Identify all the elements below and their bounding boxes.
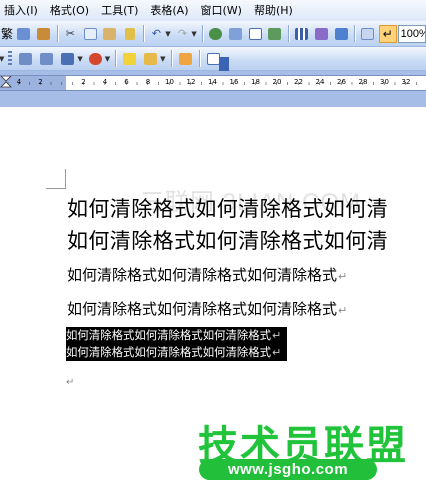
ruler-label: 26 [337,78,346,86]
text-line-mid-1[interactable]: 如何清除格式如何清除格式如何清除格式↵ [67,264,347,285]
menu-tools[interactable]: 工具(T) [95,0,144,21]
reading-layout-icon[interactable] [359,25,377,43]
tables-borders-icon[interactable] [227,25,245,43]
undo-icon[interactable]: ↶ [147,25,165,43]
margin-corner-mark [46,169,66,189]
decrease-indent-icon[interactable] [16,50,35,68]
paste-icon[interactable] [101,25,119,43]
toolbar-separator [115,50,117,67]
menu-bar: 插入(I) 格式(O) 工具(T) 表格(A) 窗口(W) 帮助(H) [0,0,426,21]
menu-window[interactable]: 窗口(W) [195,0,248,21]
increase-indent-icon[interactable] [37,50,56,68]
ruler-label: 4 [16,78,22,86]
menu-format[interactable]: 格式(O) [44,0,95,21]
menu-help[interactable]: 帮助(H) [248,0,299,21]
toolbar-separator [198,50,200,67]
traditional-chinese-button[interactable]: 繁 [0,25,14,42]
redo-icon[interactable]: ↷ [174,25,192,43]
line-spacing-dropdown-icon[interactable]: ▼ [77,55,82,63]
ruler-label: 2 [81,78,86,86]
spelling-icon[interactable] [15,25,33,43]
cut-icon[interactable]: ✂ [61,25,79,43]
toolbar-separator [170,50,172,67]
text-line-content: 如何清除格式如何清除格式如何清除格式 [66,345,272,359]
text-line-content: 如何清除格式如何清除格式如何清除格式 [67,300,338,318]
copy-icon[interactable] [81,25,99,43]
ruler-label: 30 [380,78,389,86]
format-painter-icon[interactable] [121,25,139,43]
hyperlink-icon[interactable] [207,25,225,43]
toolbar-separator [142,25,144,42]
styles-icon[interactable] [176,50,195,68]
formatting-toolbar: ▼ ▼ ▼ ▼ [0,47,426,71]
text-line-content: 如何清除格式如何清除格式如何清 [67,197,388,221]
toolbar-separator [354,25,355,42]
paragraph-mark: ↵ [338,270,348,283]
standard-toolbar: 繁 ✂ ↶ ▼ ↷ ▼ ↵ 100% [0,21,426,47]
highlight-icon[interactable] [120,50,139,68]
ruler-label: 12 [186,78,196,86]
empty-paragraph-mark: ↵ [66,377,75,388]
borders-icon[interactable] [86,50,105,68]
ruler-label: 22 [294,78,303,86]
toolbar-options-icon[interactable]: ▼ [0,55,4,63]
font-color-icon[interactable] [141,50,160,68]
ruler-label: 10 [165,78,174,86]
borders-dropdown-icon[interactable]: ▼ [105,55,110,63]
ruler-label: 18 [251,78,260,86]
watermark-url: www.jsgho.com [199,459,377,480]
ruler-area: 4 2 2 4 6 8 10 12 14 16 18 20 22 24 26 28 30 32 [0,71,426,107]
toolbar-separator [56,25,58,42]
zoom-select[interactable]: 100% [397,24,426,43]
ruler-label: 16 [229,78,239,86]
text-line-content: 如何清除格式如何清除格式如何清 [67,229,388,253]
ruler-label: 8 [145,78,151,86]
line-spacing-icon[interactable] [58,50,77,68]
ruler-label: 24 [315,78,325,86]
toolbar-separator [201,25,203,42]
research-icon[interactable] [35,25,53,43]
ruler-label: 2 [38,78,43,86]
text-line-content: 如何清除格式如何清除格式如何清除格式 [66,328,272,342]
font-color-dropdown-icon[interactable]: ▼ [160,55,165,63]
ruler-label: 6 [124,78,129,86]
document-map-icon[interactable] [332,25,350,43]
horizontal-ruler[interactable]: 4 2 2 4 6 8 10 12 14 16 18 20 22 24 26 28 30 32 [0,75,426,91]
text-line-big-2[interactable]: 如何清除格式如何清除格式如何清 [67,225,388,255]
document-page[interactable]: 三联网 3LIAN.COM 如何清除格式如何清除格式如何清 如何清除格式如何清除… [0,107,426,486]
ruler-label: 20 [272,78,282,86]
insert-table-icon[interactable] [246,25,264,43]
ruler-label: 32 [401,78,411,86]
ruler-label: 4 [102,78,108,86]
redo-dropdown-icon[interactable]: ▼ [191,30,196,38]
drawing-icon[interactable] [313,25,331,43]
selected-text-line-2[interactable]: 如何清除格式如何清除格式如何清除格式↵ [66,344,288,361]
show-hide-marks-icon[interactable]: ↵ [378,24,397,43]
ruler-label: 28 [358,78,368,86]
toolbar-separator [287,25,289,42]
paragraph-mark: ↵ [272,329,282,342]
text-line-content: 如何清除格式如何清除格式如何清除格式 [67,266,338,284]
paragraph-mark: ↵ [272,346,282,359]
menu-table[interactable]: 表格(A) [144,0,194,21]
text-line-big-1[interactable]: 如何清除格式如何清除格式如何清 [67,193,388,223]
selected-text-line-1[interactable]: 如何清除格式如何清除格式如何清除格式↵ [66,327,288,344]
text-line-mid-2[interactable]: 如何清除格式如何清除格式如何清除格式↵ [67,298,347,319]
undo-dropdown-icon[interactable]: ▼ [165,30,170,38]
paragraph-mark: ↵ [338,304,348,317]
insert-excel-icon[interactable] [266,25,284,43]
toolbar-grip[interactable] [8,50,13,67]
indent-marker-icon[interactable] [0,76,12,88]
ruler-label: 14 [208,78,217,86]
menu-insert[interactable]: 插入(I) [0,0,44,21]
columns-icon[interactable] [293,25,311,43]
